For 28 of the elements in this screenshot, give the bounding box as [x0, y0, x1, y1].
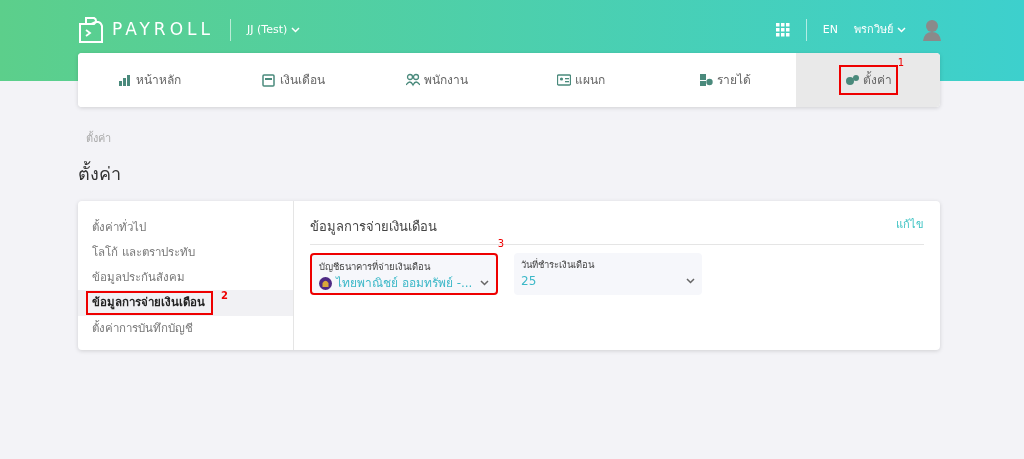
nav-tab[interactable]: พนักงาน	[365, 53, 509, 107]
select-field[interactable]: วันที่ชำระเงินเดือน 25	[514, 253, 702, 295]
brand-name: PAYROLL	[112, 18, 214, 42]
sidebar-item[interactable]: ข้อมูลการจ่ายเงินเดือน 2	[78, 290, 293, 316]
sidebar-item[interactable]: ตั้งค่าการบันทึกบัญชี	[78, 315, 293, 341]
nav-tab[interactable]: เงินเดือน	[221, 53, 366, 107]
sidebar-item[interactable]: ตั้งค่าทั่วไป	[78, 214, 293, 240]
nav-tab[interactable]: รายได้	[652, 53, 797, 107]
people-icon	[406, 73, 421, 87]
chart-icon	[118, 73, 133, 87]
chevron-down-icon	[897, 27, 906, 33]
chevron-down-icon	[291, 27, 301, 33]
nav-tab[interactable]: หน้าหลัก	[78, 53, 222, 107]
card-icon	[556, 73, 571, 87]
annotation-number: 2	[221, 290, 228, 302]
breadcrumb: ตั้งค่า	[86, 131, 112, 147]
chevron-down-icon	[480, 280, 489, 287]
avatar-icon[interactable]	[922, 19, 942, 41]
annotation-number: 3	[497, 239, 504, 249]
nav-tab[interactable]: แผนก	[509, 53, 653, 107]
apps-grid-icon[interactable]	[775, 23, 790, 37]
section-title: ข้อมูลการจ่ายเงินเดือน	[310, 217, 437, 236]
logo-icon	[78, 16, 104, 44]
select-field[interactable]: บัญชีธนาคารที่จ่ายเงินเดือน ไทยพาณิชย์ ออมทรัพย์ -...	[310, 253, 498, 295]
sidebar-item[interactable]: โลโก้ และตราประทับ	[78, 239, 293, 265]
page-title: ตั้งค่า	[78, 160, 122, 186]
chevron-down-icon	[686, 278, 695, 285]
sidebar-item[interactable]: ข้อมูลประกันสังคม	[78, 265, 293, 291]
